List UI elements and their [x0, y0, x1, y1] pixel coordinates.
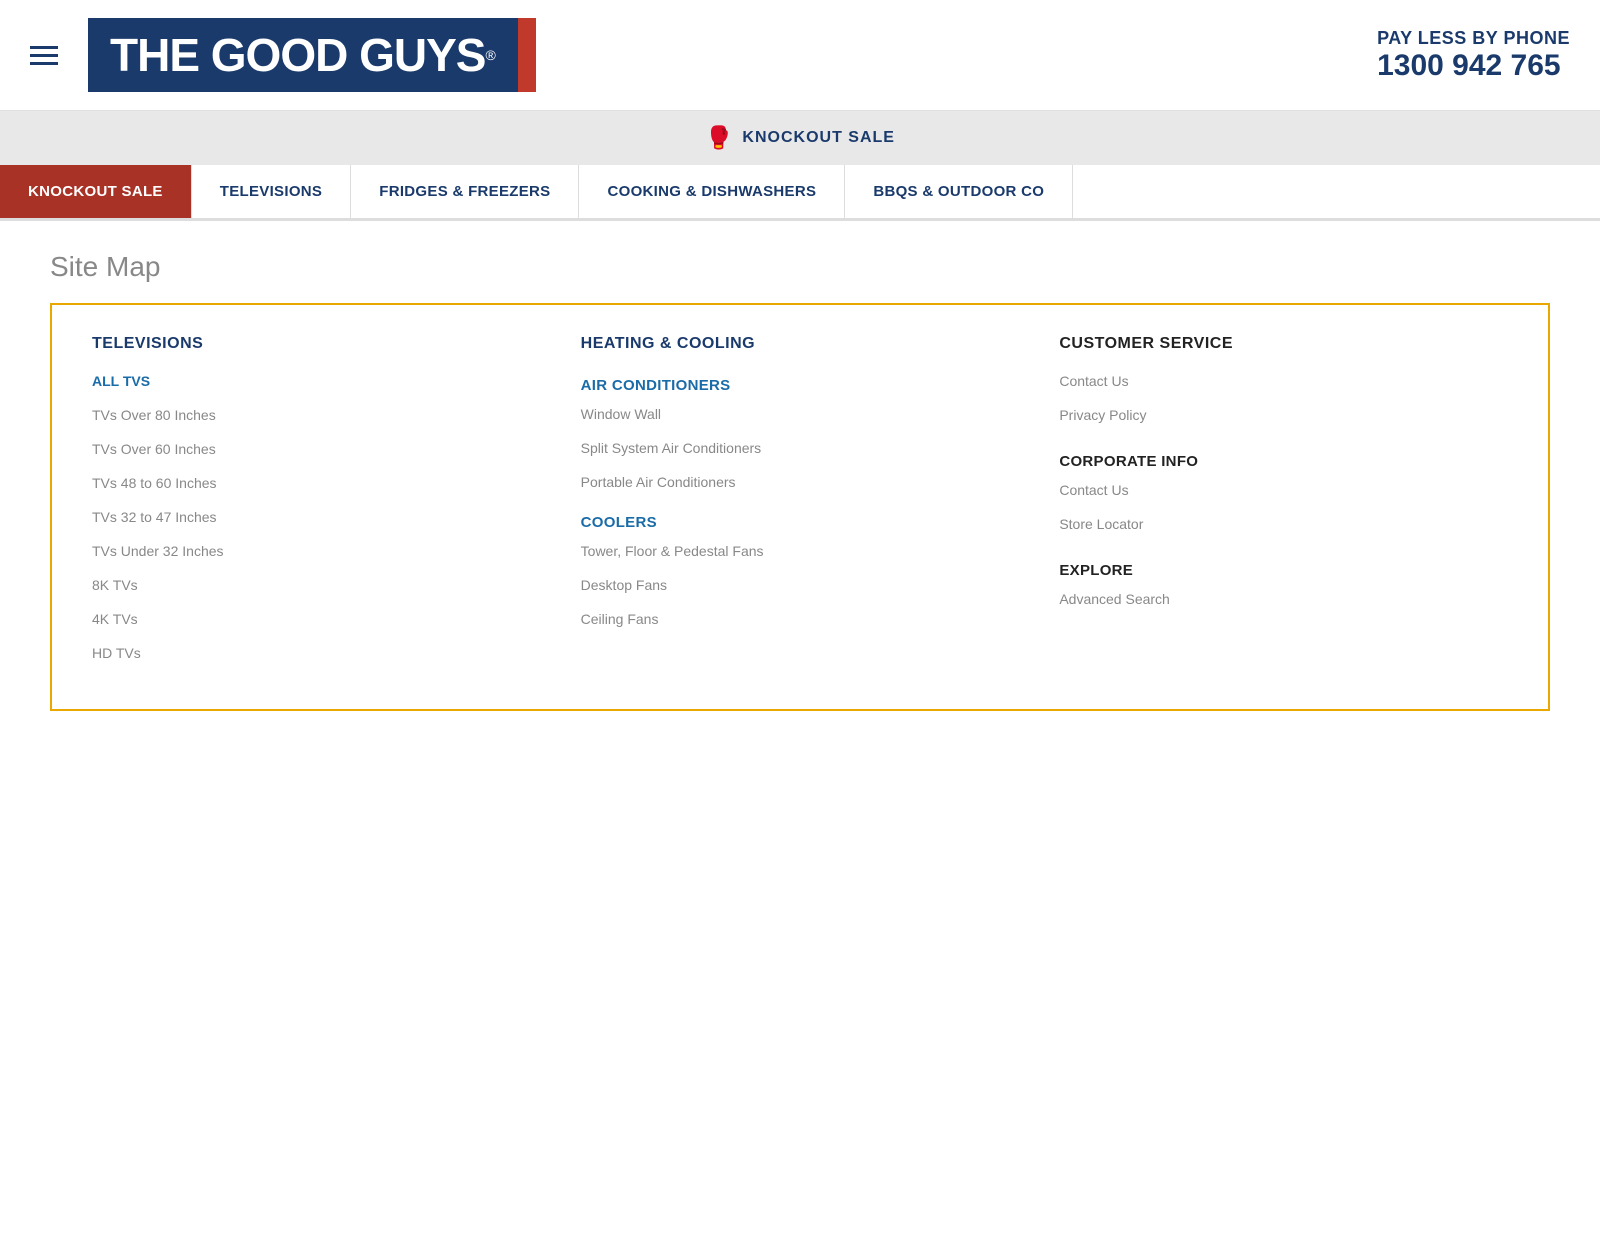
- phone-section: PAY LESS BY PHONE 1300 942 765: [1377, 28, 1570, 83]
- sitemap-grid: TELEVISIONS ALL TVS TVs Over 80 Inches T…: [82, 335, 1518, 679]
- customer-service-header: CUSTOMER SERVICE: [1059, 335, 1498, 353]
- link-4k-tvs[interactable]: 4K TVs: [92, 611, 541, 627]
- link-customer-contact[interactable]: Contact Us: [1059, 373, 1498, 389]
- nav-item-cooking[interactable]: COOKING & DISHWASHERS: [579, 165, 845, 218]
- link-advanced-search[interactable]: Advanced Search: [1059, 591, 1498, 607]
- phone-number[interactable]: 1300 942 765: [1377, 49, 1570, 83]
- link-tvs-48-60[interactable]: TVs 48 to 60 Inches: [92, 475, 541, 491]
- sitemap-column-tv: TELEVISIONS ALL TVS TVs Over 80 Inches T…: [82, 335, 561, 679]
- air-conditioners-header: AIR CONDITIONERS: [581, 377, 1020, 394]
- promo-bar[interactable]: 🥊 KNOCKOUT SALE: [0, 111, 1600, 165]
- knockout-icon: 🥊: [705, 125, 732, 151]
- sitemap-container: TELEVISIONS ALL TVS TVs Over 80 Inches T…: [50, 303, 1550, 711]
- link-ceiling-fans[interactable]: Ceiling Fans: [581, 611, 1020, 627]
- nav-bar: KNOCKOUT SALE TELEVISIONS FRIDGES & FREE…: [0, 165, 1600, 221]
- link-privacy-policy[interactable]: Privacy Policy: [1059, 407, 1498, 423]
- logo-box[interactable]: THE GOOD GUYS®: [88, 18, 518, 92]
- link-all-tvs[interactable]: ALL TVS: [92, 373, 541, 389]
- main-content: Site Map TELEVISIONS ALL TVS TVs Over 80…: [0, 221, 1600, 741]
- nav-item-televisions[interactable]: TELEVISIONS: [192, 165, 352, 218]
- hamburger-menu[interactable]: [30, 46, 58, 65]
- heating-section-header: HEATING & COOLING: [581, 335, 1020, 353]
- tv-section-header: TELEVISIONS: [92, 335, 541, 353]
- logo-registered: ®: [485, 47, 495, 63]
- logo-container: THE GOOD GUYS®: [88, 18, 536, 92]
- logo-text: THE GOOD GUYS: [110, 32, 485, 78]
- nav-item-knockout[interactable]: KNOCKOUT SALE: [0, 165, 192, 218]
- explore-header: EXPLORE: [1059, 562, 1498, 579]
- header: THE GOOD GUYS® PAY LESS BY PHONE 1300 94…: [0, 0, 1600, 111]
- sitemap-column-customer: CUSTOMER SERVICE Contact Us Privacy Poli…: [1039, 335, 1518, 679]
- corporate-info-header: CORPORATE INFO: [1059, 453, 1498, 470]
- link-tvs-32-47[interactable]: TVs 32 to 47 Inches: [92, 509, 541, 525]
- link-portable-ac[interactable]: Portable Air Conditioners: [581, 474, 1020, 490]
- pay-less-label: PAY LESS BY PHONE: [1377, 28, 1570, 49]
- link-8k-tvs[interactable]: 8K TVs: [92, 577, 541, 593]
- link-tvs-60[interactable]: TVs Over 60 Inches: [92, 441, 541, 457]
- link-store-locator[interactable]: Store Locator: [1059, 516, 1498, 532]
- nav-item-bbqs[interactable]: BBQS & OUTDOOR CO: [845, 165, 1073, 218]
- link-desktop-fans[interactable]: Desktop Fans: [581, 577, 1020, 593]
- logo-red-bar: [518, 18, 536, 92]
- link-tower-fans[interactable]: Tower, Floor & Pedestal Fans: [581, 543, 1020, 559]
- sitemap-column-heating: HEATING & COOLING AIR CONDITIONERS Windo…: [561, 335, 1040, 679]
- link-tvs-under-32[interactable]: TVs Under 32 Inches: [92, 543, 541, 559]
- link-hd-tvs[interactable]: HD TVs: [92, 645, 541, 661]
- page-title: Site Map: [50, 251, 1550, 283]
- link-corporate-contact[interactable]: Contact Us: [1059, 482, 1498, 498]
- link-window-wall[interactable]: Window Wall: [581, 406, 1020, 422]
- link-tvs-80[interactable]: TVs Over 80 Inches: [92, 407, 541, 423]
- link-split-system[interactable]: Split System Air Conditioners: [581, 440, 1020, 456]
- nav-item-fridges[interactable]: FRIDGES & FREEZERS: [351, 165, 579, 218]
- coolers-header: COOLERS: [581, 514, 1020, 531]
- promo-text: KNOCKOUT SALE: [742, 129, 895, 147]
